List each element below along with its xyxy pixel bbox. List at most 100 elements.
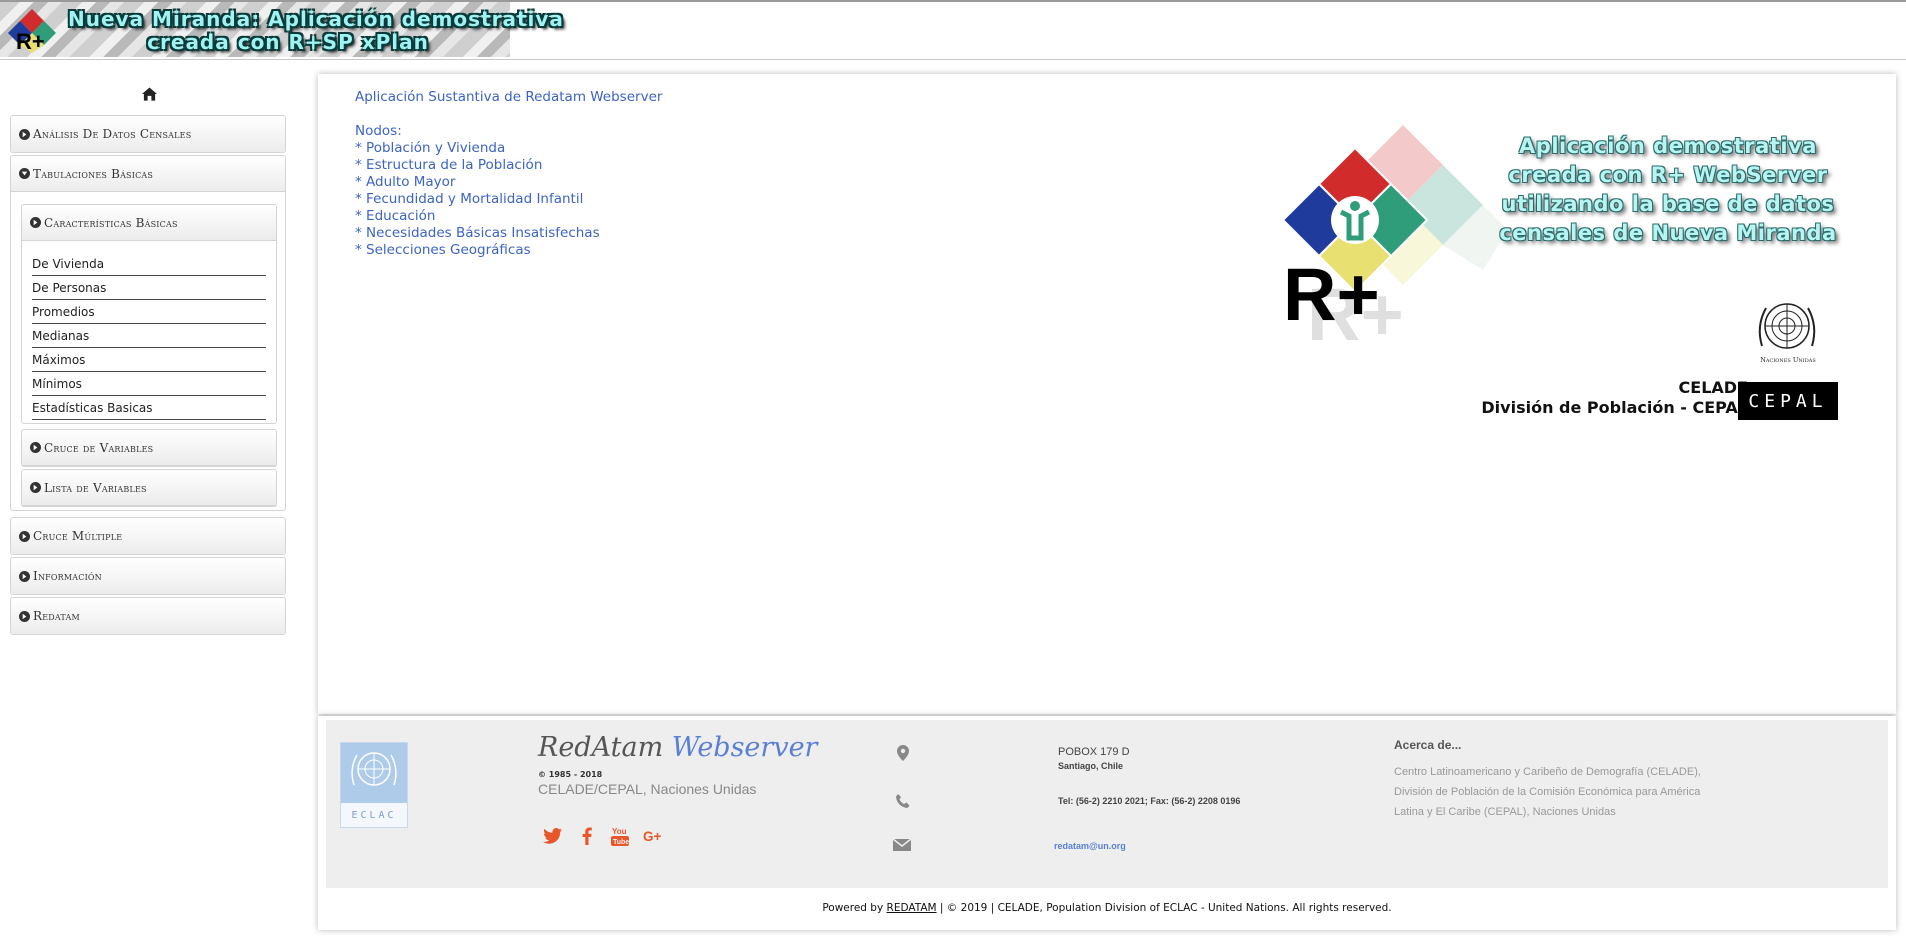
link-medianas[interactable]: Medianas <box>32 325 266 348</box>
brand-part1: RedAtam <box>538 732 664 763</box>
link-maximos[interactable]: Máximos <box>32 349 266 372</box>
promo-line-4: censales de Nueva Miranda <box>1499 221 1837 245</box>
sidebar-subsection-label: Lista de Variables <box>44 480 147 495</box>
nodes-label: Nodos: <box>355 123 402 139</box>
cepal-logo: CEPAL <box>1738 382 1838 420</box>
un-emblem-caption: Naciones Unidas <box>1760 356 1816 364</box>
sidebar-section-analisis[interactable]: Análisis De Datos Censales <box>10 115 286 153</box>
circle-arrow-down-icon <box>19 168 30 179</box>
address-line1: POBOX 179 D <box>1058 746 1130 758</box>
powered-suffix: | © 2019 | CELADE, Population Division o… <box>939 902 1392 914</box>
sidebar-section-header[interactable]: Análisis De Datos Censales <box>11 116 285 152</box>
phone-fax: Tel: (56-2) 2210 2021; Fax: (56-2) 2208 … <box>1058 796 1241 806</box>
app-header: R+ Nueva Miranda: Aplicación demostrativ… <box>0 0 1906 60</box>
sidebar-section-tabulaciones[interactable]: Tabulaciones Básicas Características Bás… <box>10 155 286 511</box>
about-title: Acerca de... <box>1394 738 1462 752</box>
sidebar-section-label: Análisis De Datos Censales <box>33 127 192 141</box>
celade-label: CELADE División de Población - CEPAL <box>1418 378 1748 418</box>
sidebar-subsection-header[interactable]: Características Básicas <box>22 205 276 241</box>
svg-text:R+: R+ <box>1307 273 1404 355</box>
celade-line1: CELADE <box>1678 378 1748 397</box>
circle-arrow-right-icon <box>19 570 30 582</box>
sidebar-subsection-lista-variables[interactable]: Lista de Variables <box>21 469 277 507</box>
promo-line-3: utilizando la base de datos <box>1501 192 1835 216</box>
email-link[interactable]: redatam@un.org <box>1054 841 1126 851</box>
link-promedios[interactable]: Promedios <box>32 301 266 324</box>
tabulation-link-list: De Vivienda De Personas Promedios Median… <box>22 241 276 420</box>
svg-text:R+: R+ <box>16 29 45 53</box>
phone-icon <box>896 794 910 808</box>
circle-arrow-right-icon <box>30 217 41 228</box>
sidebar-section-redatam[interactable]: Redatam <box>10 597 286 635</box>
copyright-years: © 1985 - 2018 <box>538 770 603 779</box>
envelope-icon <box>892 838 912 851</box>
link-de-vivienda[interactable]: De Vivienda <box>32 253 266 276</box>
sidebar-section-cruce-multiple[interactable]: Cruce Múltiple <box>10 517 286 555</box>
rsp-logo-icon[interactable]: R+ <box>6 7 58 53</box>
twitter-icon[interactable] <box>542 825 564 847</box>
footer-panel: ECLAC RedAtam Webserver © 1985 - 2018 CE… <box>326 720 1888 888</box>
un-emblem-icon <box>351 752 397 786</box>
map-marker-icon <box>897 745 909 761</box>
circle-arrow-right-icon <box>19 610 30 622</box>
sidebar-section-header[interactable]: Cruce Múltiple <box>11 518 285 554</box>
circle-arrow-right-icon <box>19 530 30 542</box>
sidebar-subsection-label: Características Básicas <box>44 215 178 230</box>
sidebar-section-header[interactable]: Redatam <box>11 598 285 634</box>
google-plus-icon[interactable]: G+ <box>643 825 665 847</box>
un-eclac-logo: ECLAC <box>340 742 408 828</box>
node-link-selecciones-geograficas[interactable]: * Selecciones Geográficas <box>355 242 662 259</box>
app-title-line1: Nueva Miranda: Aplicación demostrativa <box>68 7 564 31</box>
celade-line2: División de Población - CEPAL <box>1481 398 1748 417</box>
powered-prefix: Powered by <box>822 902 884 914</box>
sidebar-section-label: Cruce Múltiple <box>33 529 123 543</box>
eclac-band: ECLAC <box>341 803 407 827</box>
promo-line-2: creada con R+ WebServer <box>1508 163 1828 187</box>
app-title-line2: creada con R+SP xPlan <box>147 30 429 54</box>
facebook-icon[interactable] <box>576 825 598 847</box>
main-content: Aplicación Sustantiva de Redatam Webserv… <box>318 74 1896 714</box>
sidebar-subsection-caracteristicas[interactable]: Características Básicas De Vivienda De P… <box>21 204 277 424</box>
sidebar-section-header[interactable]: Información <box>11 558 285 594</box>
sidebar-subsection-header[interactable]: Cruce de Variables <box>22 430 276 466</box>
link-estadisticas-basicas[interactable]: Estadísticas Basicas <box>32 397 266 420</box>
sidebar-subsection-cruce-variables[interactable]: Cruce de Variables <box>21 429 277 467</box>
address-line2: Santiago, Chile <box>1058 761 1124 771</box>
powered-by-line: Powered by REDATAM | © 2019 | CELADE, Po… <box>318 902 1896 914</box>
brand-part2: Webserver <box>671 732 818 763</box>
app-title: Nueva Miranda: Aplicación demostrativa c… <box>68 7 564 54</box>
node-link-fecundidad-mortalidad[interactable]: * Fecundidad y Mortalidad Infantil <box>355 191 662 208</box>
circle-arrow-right-icon <box>19 128 30 140</box>
sidebar-section-header[interactable]: Tabulaciones Básicas <box>11 156 285 192</box>
link-minimos[interactable]: Mínimos <box>32 373 266 396</box>
link-de-personas[interactable]: De Personas <box>32 277 266 300</box>
sidebar-subsection-label: Cruce de Variables <box>44 440 154 455</box>
node-link-necesidades-basicas[interactable]: * Necesidades Básicas Insatisfechas <box>355 225 662 242</box>
node-link-educacion[interactable]: * Educación <box>355 208 662 225</box>
node-link-estructura-poblacion[interactable]: * Estructura de la Población <box>355 157 662 174</box>
redatam-link[interactable]: REDATAM <box>887 902 937 914</box>
page-footer: ECLAC RedAtam Webserver © 1985 - 2018 CE… <box>318 716 1896 930</box>
youtube-icon[interactable]: You Tube <box>609 825 631 847</box>
promo-text: Aplicación demostrativa creada con R+ We… <box>1468 132 1868 248</box>
sidebar-section-label: Información <box>33 569 102 583</box>
organization-name: CELADE/CEPAL, Naciones Unidas <box>538 781 757 797</box>
sidebar-section-label: Tabulaciones Básicas <box>33 166 154 181</box>
promo-line-1: Aplicación demostrativa <box>1519 134 1817 158</box>
application-description: Aplicación Sustantiva de Redatam Webserv… <box>355 89 662 259</box>
home-icon[interactable] <box>142 87 157 101</box>
about-text: Centro Latinoamericano y Caribeño de Dem… <box>1394 766 1701 818</box>
redatam-brand: RedAtam Webserver <box>538 732 817 763</box>
sidebar-section-label: Redatam <box>33 609 80 623</box>
header-banner: R+ Nueva Miranda: Aplicación demostrativ… <box>0 2 564 57</box>
application-title-link[interactable]: Aplicación Sustantiva de Redatam Webserv… <box>355 89 662 106</box>
circle-arrow-right-icon <box>30 442 41 453</box>
sidebar-subsection-header[interactable]: Lista de Variables <box>22 470 276 506</box>
circle-arrow-right-icon <box>30 482 41 493</box>
sidebar-section-informacion[interactable]: Información <box>10 557 286 595</box>
svg-text:Tube: Tube <box>613 839 629 846</box>
svg-text:You: You <box>612 827 627 836</box>
svg-text:G+: G+ <box>643 829 662 844</box>
node-link-adulto-mayor[interactable]: * Adulto Mayor <box>355 174 662 191</box>
node-link-poblacion-vivienda[interactable]: * Población y Vivienda <box>355 140 662 157</box>
